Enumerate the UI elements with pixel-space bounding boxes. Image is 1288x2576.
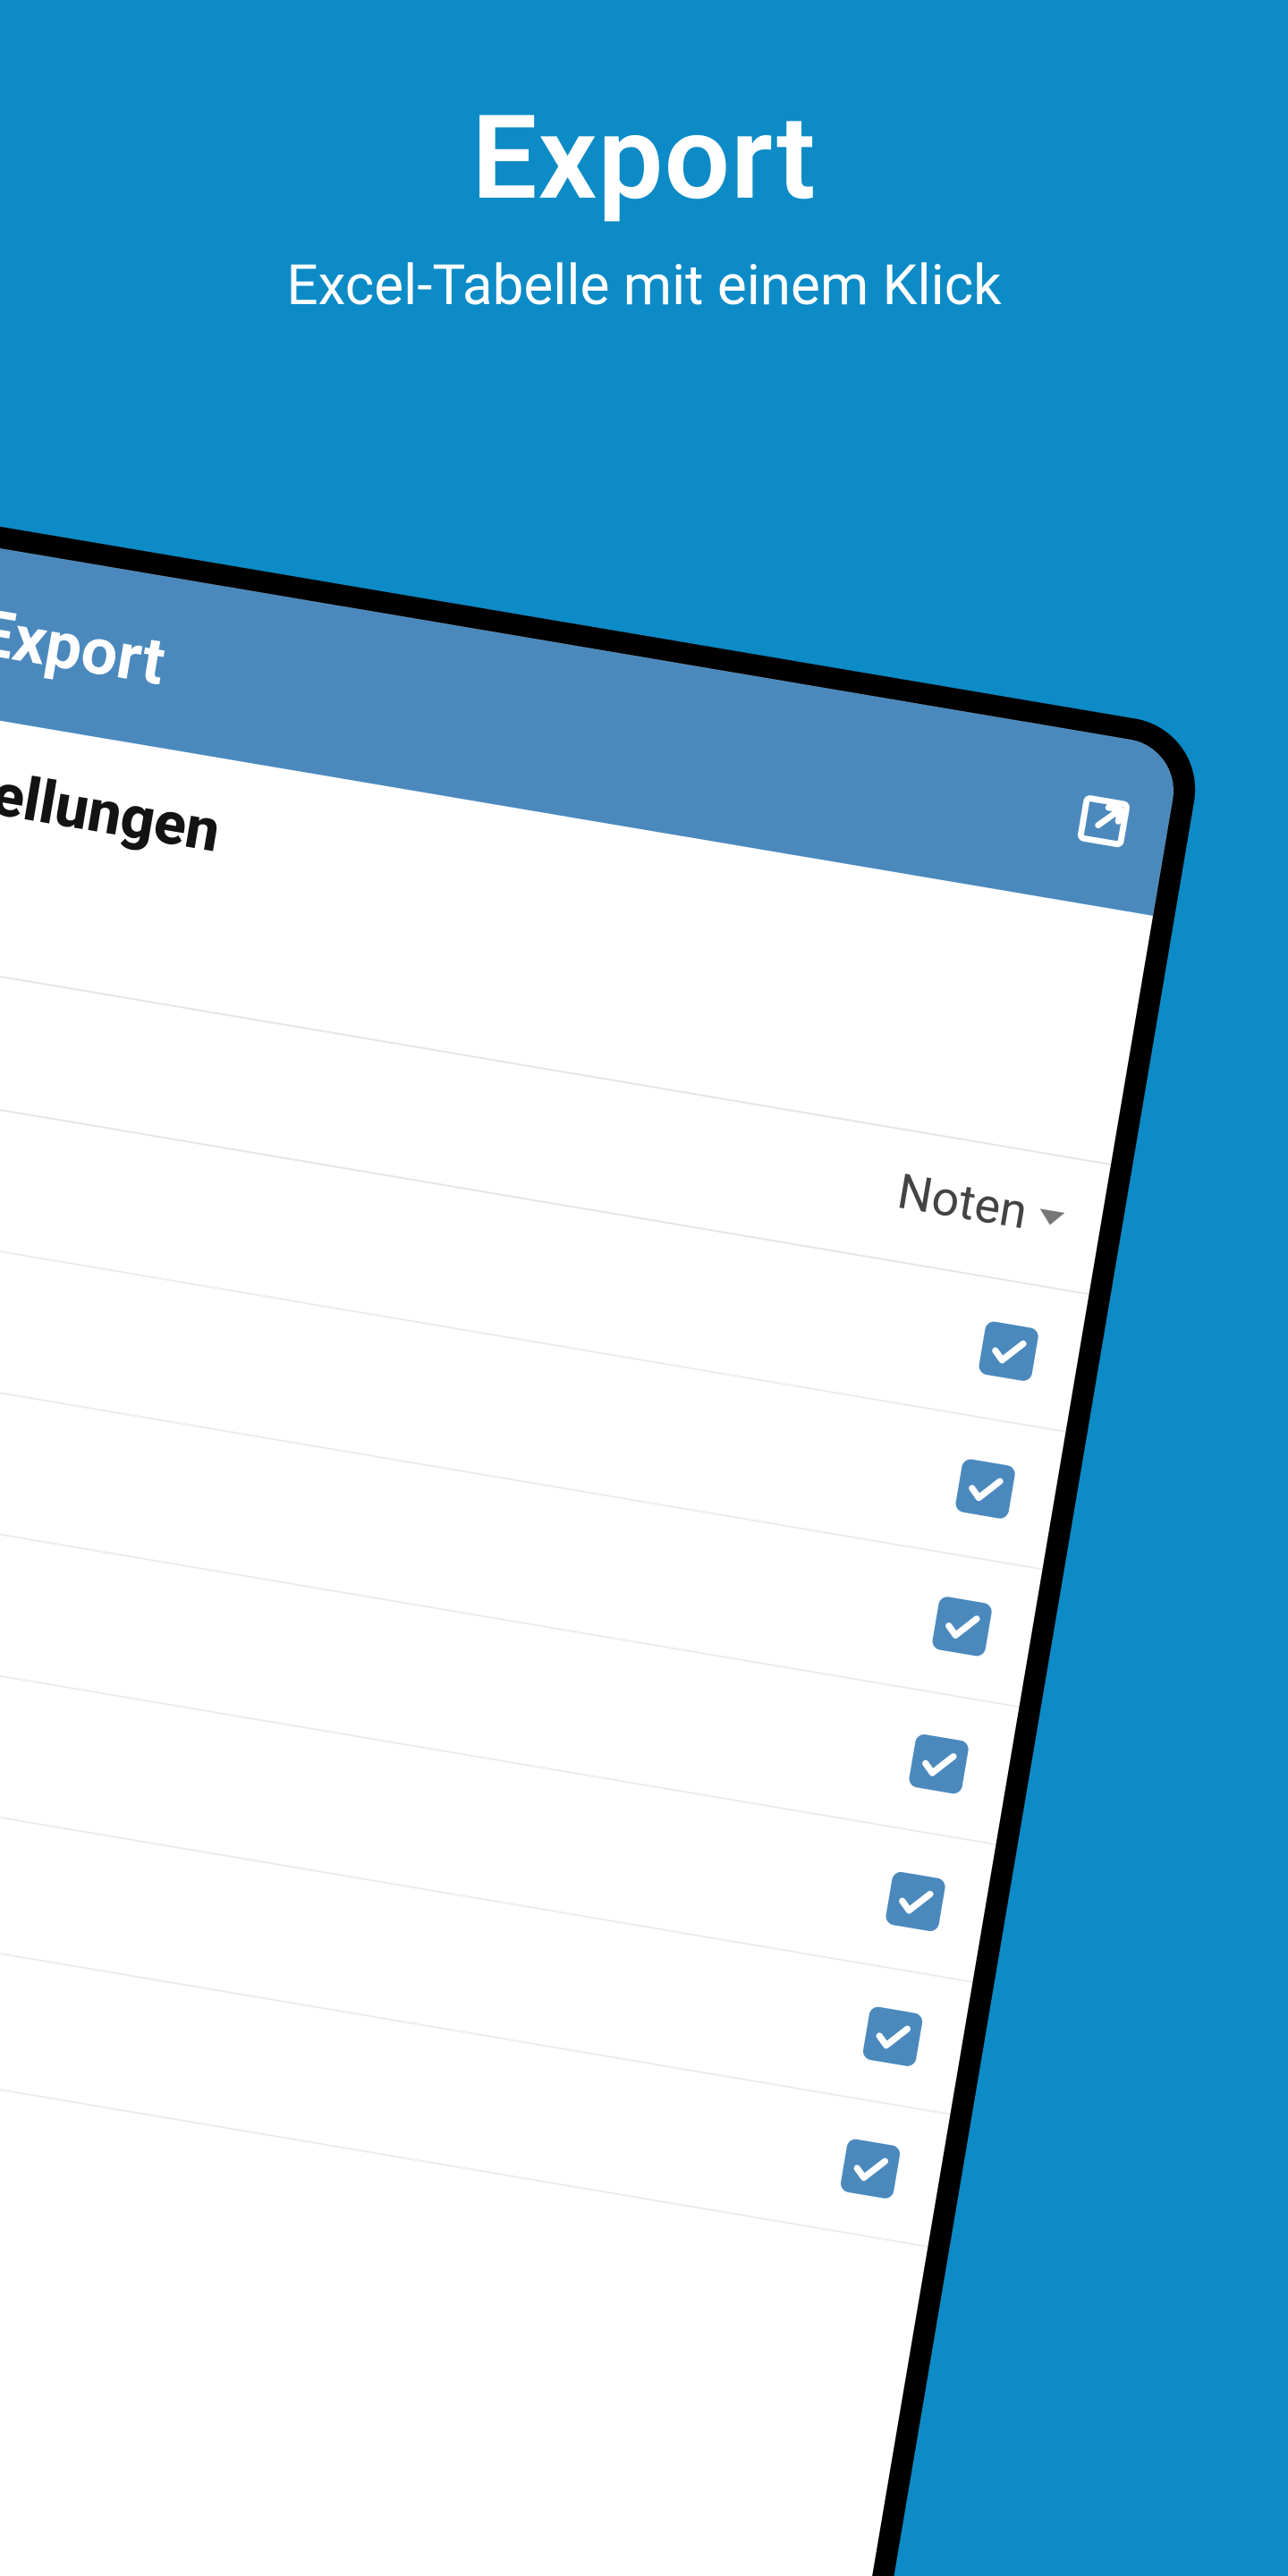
- app-screen: Export Einstellungen Typ Kurse Noten: [0, 526, 1182, 2576]
- promo-header: Export Excel-Tabelle mit einem Klick: [0, 89, 1288, 318]
- course-checkbox[interactable]: [885, 1870, 946, 1932]
- open-external-icon[interactable]: [1071, 788, 1137, 854]
- device-frame: Export Einstellungen Typ Kurse Noten: [0, 501, 1206, 2576]
- content: Einstellungen Typ Kurse Noten MusikSport…: [0, 693, 1153, 2248]
- setting-type-value: Noten: [894, 1164, 1031, 1241]
- promo-subtitle: Excel-Tabelle mit einem Klick: [0, 253, 1288, 318]
- course-checkbox[interactable]: [839, 2138, 901, 2199]
- course-checkbox[interactable]: [861, 2005, 923, 2067]
- chevron-down-icon: [1038, 1208, 1064, 1226]
- app-bar-title: Export: [0, 593, 171, 699]
- course-checkbox[interactable]: [931, 1596, 993, 1657]
- course-checkbox[interactable]: [908, 1733, 970, 1795]
- course-checkbox[interactable]: [978, 1320, 1039, 1382]
- promo-title: Export: [0, 89, 1288, 226]
- course-checkbox[interactable]: [954, 1458, 1016, 1520]
- setting-type-dropdown[interactable]: Noten: [894, 1164, 1068, 1247]
